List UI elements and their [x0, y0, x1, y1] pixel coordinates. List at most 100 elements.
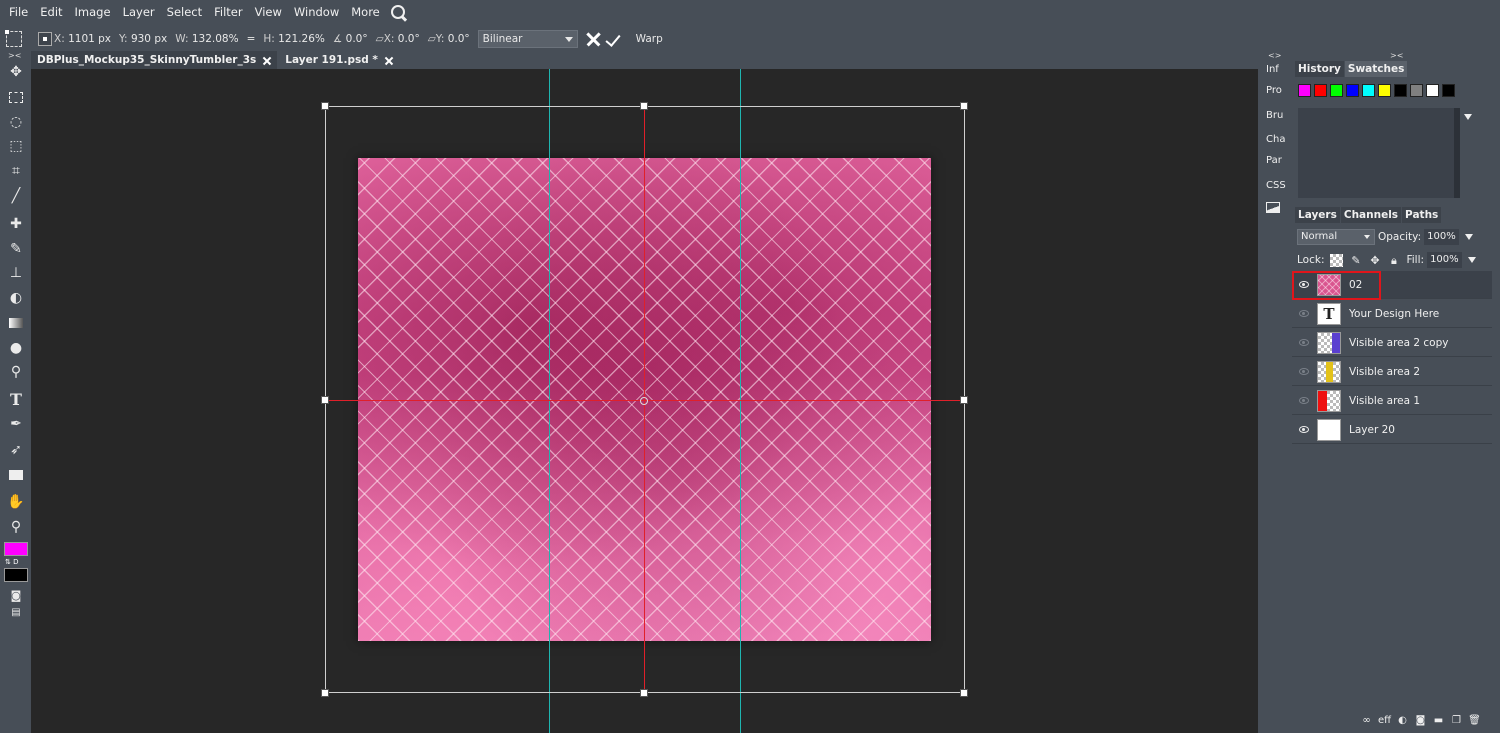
new-layer-icon[interactable]: ❐ [1450, 714, 1463, 727]
swatch-library-area[interactable] [1298, 108, 1454, 198]
handle-top-left[interactable] [321, 102, 329, 110]
zoom-tool-icon[interactable]: ⚲ [5, 516, 27, 538]
tab-paths[interactable]: Paths [1402, 207, 1442, 223]
layer-row-visible-area-2[interactable]: Visible area 2 [1292, 358, 1492, 386]
transform-pivot-point[interactable] [640, 397, 648, 405]
menu-window[interactable]: Window [288, 0, 345, 25]
tab-layers[interactable]: Layers [1295, 207, 1340, 223]
shape-tool-icon[interactable] [5, 464, 27, 486]
blur-tool-icon[interactable]: ● [5, 337, 27, 359]
swatch[interactable] [1314, 84, 1327, 97]
adjustment-layer-icon[interactable]: ◐ [1396, 714, 1409, 727]
tab-channels[interactable]: Channels [1340, 207, 1402, 223]
pen-tool-icon[interactable]: ✒ [5, 413, 27, 435]
transform-selection-icon[interactable] [5, 30, 22, 47]
swatch[interactable] [1426, 84, 1439, 97]
quick-select-tool-icon[interactable]: ⬚ [5, 135, 27, 157]
panel-properties-button[interactable]: Pro [1266, 85, 1282, 96]
move-tool-icon[interactable]: ✥ [5, 61, 27, 83]
background-color-swatch[interactable] [4, 568, 28, 582]
crop-tool-icon[interactable]: ⌗ [5, 160, 27, 182]
stamp-tool-icon[interactable]: ⊥ [5, 262, 27, 284]
opacity-input[interactable]: 100% [1424, 229, 1459, 245]
hand-tool-icon[interactable]: ✋ [5, 491, 27, 513]
panel-paragraph-button[interactable]: Par [1266, 155, 1282, 166]
blend-mode-dropdown[interactable]: Normal [1297, 229, 1375, 245]
panel-character-button[interactable]: Cha [1266, 134, 1285, 145]
cancel-transform-button[interactable] [584, 30, 602, 48]
reference-point-icon[interactable] [38, 32, 52, 46]
menu-view[interactable]: View [249, 0, 288, 25]
collapse-arrows-icon[interactable]: >< [1390, 51, 1403, 60]
menu-filter[interactable]: Filter [208, 0, 248, 25]
width-field[interactable]: W: 132.08% [175, 33, 238, 45]
brush-tool-icon[interactable]: ✎ [5, 238, 27, 260]
dodge-tool-icon[interactable]: ⚲ [5, 361, 27, 383]
search-icon[interactable] [390, 4, 408, 22]
screen-mode-icon[interactable]: ▤ [5, 601, 27, 623]
tab-swatches[interactable]: Swatches [1344, 61, 1408, 77]
layer-mask-icon[interactable]: ◙ [1414, 714, 1427, 727]
fill-dropdown-icon[interactable] [1467, 257, 1476, 263]
handle-top-right[interactable] [960, 102, 968, 110]
menu-select[interactable]: Select [161, 0, 208, 25]
close-icon[interactable] [262, 56, 271, 65]
foreground-color-swatch[interactable] [4, 542, 28, 556]
layer-row-visible-area-1[interactable]: Visible area 1 [1292, 387, 1492, 415]
tab-history[interactable]: History [1295, 61, 1344, 77]
eyedropper-tool-icon[interactable]: ╱ [5, 185, 27, 207]
lock-transparency-icon[interactable] [1330, 253, 1344, 267]
swatch[interactable] [1346, 84, 1359, 97]
panel-brush-button[interactable]: Bru [1266, 110, 1283, 121]
swatch[interactable] [1442, 84, 1455, 97]
link-icon[interactable]: = [247, 33, 256, 45]
rotation-field[interactable]: ∡ 0.0° [333, 33, 368, 45]
swatch[interactable] [1330, 84, 1343, 97]
swatch[interactable] [1362, 84, 1375, 97]
doc-tab-layer191[interactable]: Layer 191.psd * [279, 51, 399, 69]
opacity-dropdown-icon[interactable] [1464, 234, 1473, 240]
link-layers-icon[interactable]: ∞ [1360, 714, 1373, 727]
layer-row-your-design-here[interactable]: T Your Design Here [1292, 300, 1492, 328]
visibility-eye-icon[interactable] [1299, 310, 1309, 317]
menu-more[interactable]: More [345, 0, 386, 25]
y-position-field[interactable]: Y: 930 px [119, 33, 167, 45]
new-group-icon[interactable]: ▬ [1432, 714, 1445, 727]
marquee-tool-icon[interactable] [5, 86, 27, 108]
interpolation-dropdown[interactable]: Bilinear [477, 30, 578, 48]
expand-arrows-icon[interactable]: <> [1268, 51, 1281, 60]
swatch[interactable] [1394, 84, 1407, 97]
type-tool-icon[interactable]: T [5, 388, 27, 410]
menu-image[interactable]: Image [69, 0, 117, 25]
menu-file[interactable]: File [3, 0, 34, 25]
lock-all-icon[interactable]: 🔒︎ [1387, 254, 1400, 267]
canvas-area[interactable] [31, 69, 1258, 733]
healing-tool-icon[interactable]: ✚ [5, 213, 27, 235]
handle-top-middle[interactable] [640, 102, 648, 110]
x-position-field[interactable]: X: 1101 px [54, 33, 111, 45]
visibility-eye-icon[interactable] [1299, 426, 1309, 433]
lock-paint-icon[interactable]: ✎ [1349, 254, 1362, 267]
swatch[interactable] [1410, 84, 1423, 97]
swatch[interactable] [1378, 84, 1391, 97]
eraser-tool-icon[interactable]: ◐ [5, 287, 27, 309]
lasso-tool-icon[interactable]: ◌ [5, 111, 27, 133]
menu-edit[interactable]: Edit [34, 0, 68, 25]
handle-middle-right[interactable] [960, 396, 968, 404]
layer-row-layer-20[interactable]: Layer 20 [1292, 416, 1492, 444]
handle-bottom-middle[interactable] [640, 689, 648, 697]
swatch-menu-icon[interactable] [1464, 114, 1472, 120]
path-select-tool-icon[interactable]: ➶ [5, 439, 27, 461]
commit-transform-button[interactable] [606, 30, 624, 48]
skew-x-field[interactable]: ⏥X: 0.0° [376, 33, 420, 45]
skew-y-field[interactable]: ⏥Y: 0.0° [428, 33, 470, 45]
handle-bottom-right[interactable] [960, 689, 968, 697]
swatch-scrollbar[interactable] [1454, 108, 1460, 198]
collapse-arrows-icon[interactable]: >< [8, 51, 21, 60]
visibility-eye-icon[interactable] [1299, 397, 1309, 404]
fill-input[interactable]: 100% [1427, 252, 1462, 268]
menu-layer[interactable]: Layer [117, 0, 161, 25]
handle-middle-left[interactable] [321, 396, 329, 404]
doc-tab-mockup[interactable]: DBPlus_Mockup35_SkinnyTumbler_3s [31, 51, 278, 69]
layer-row-02[interactable]: 02 [1292, 271, 1492, 300]
